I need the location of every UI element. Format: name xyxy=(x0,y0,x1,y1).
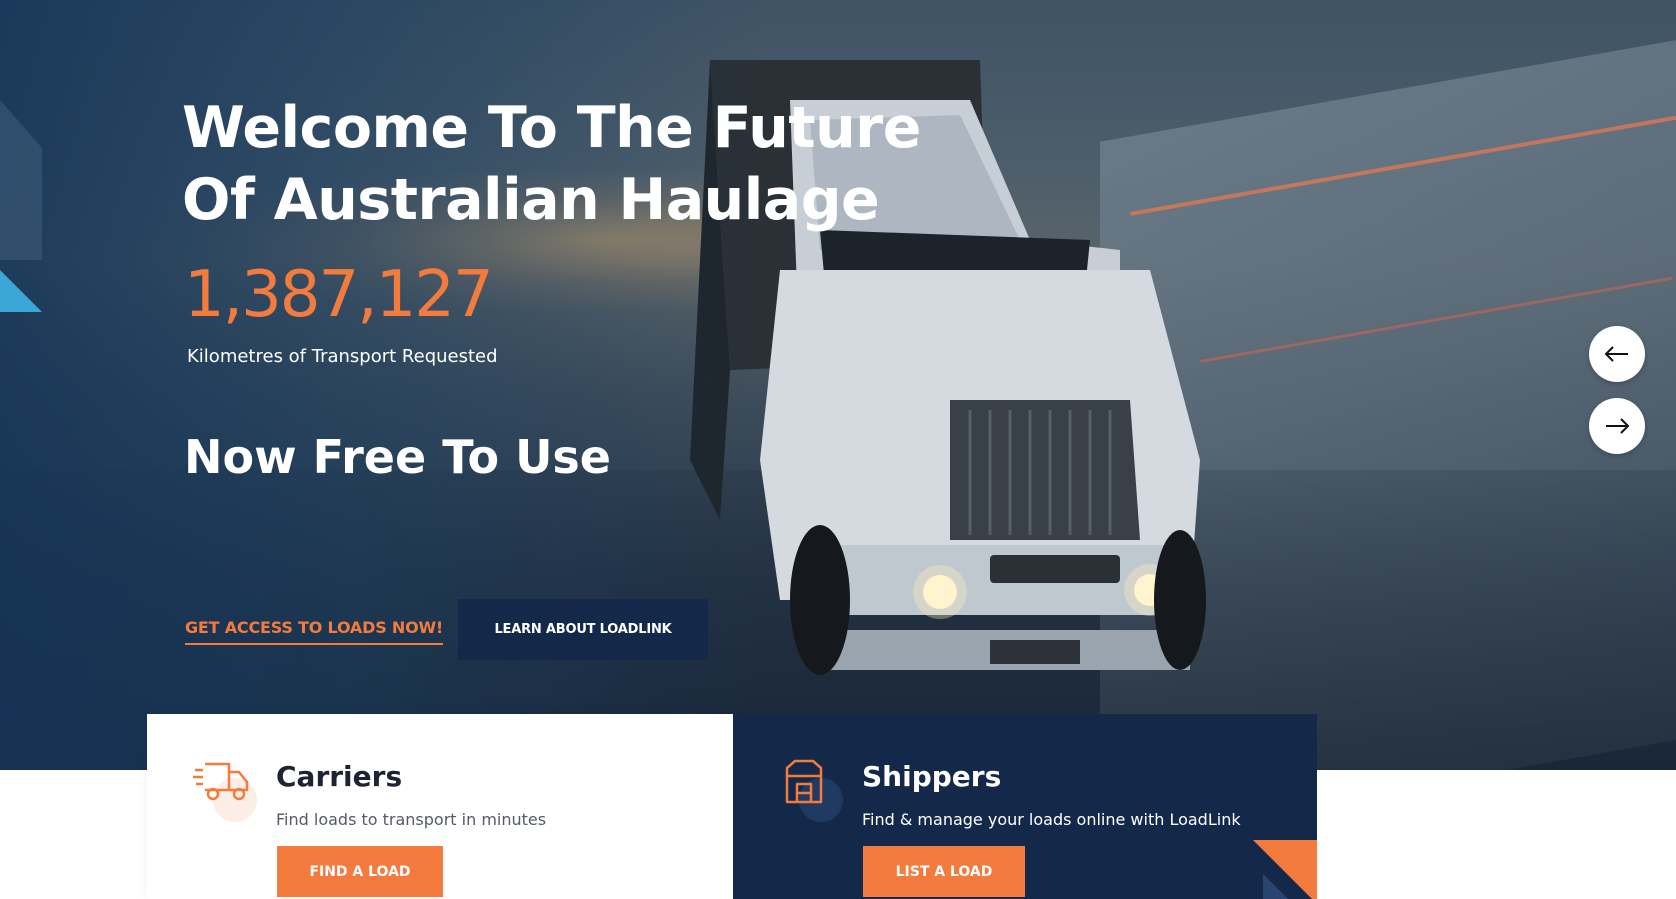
shippers-card: Shippers Find & manage your loads online… xyxy=(733,714,1317,899)
hero-title-line2: Of Australian Haulage xyxy=(182,167,880,233)
arrow-right-icon xyxy=(1606,418,1630,434)
slider-next-button[interactable] xyxy=(1589,398,1645,454)
learn-about-button[interactable]: LEARN ABOUT LOADLINK xyxy=(458,599,708,660)
carriers-icon-wrap xyxy=(193,758,257,822)
decorative-corner xyxy=(1253,840,1317,899)
shippers-title: Shippers xyxy=(862,760,1002,793)
slider-prev-button[interactable] xyxy=(1589,326,1645,382)
delivery-truck-icon xyxy=(193,762,249,801)
hero-title-line1: Welcome To The Future xyxy=(182,95,921,161)
km-counter: 1,387,127 xyxy=(184,258,494,332)
carriers-description: Find loads to transport in minutes xyxy=(276,810,547,829)
get-access-link[interactable]: GET ACCESS TO LOADS NOW! xyxy=(185,618,443,645)
hero-title: Welcome To The Future Of Australian Haul… xyxy=(182,92,942,236)
hero-banner: Welcome To The Future Of Australian Haul… xyxy=(0,0,1676,770)
km-counter-label: Kilometres of Transport Requested xyxy=(187,346,498,367)
carriers-title: Carriers xyxy=(276,760,403,793)
list-load-button[interactable]: LIST A LOAD xyxy=(863,846,1025,897)
free-to-use-heading: Now Free To Use xyxy=(184,430,612,484)
arrow-left-icon xyxy=(1604,346,1628,362)
carriers-card: Carriers Find loads to transport in minu… xyxy=(147,714,733,899)
find-load-button[interactable]: FIND A LOAD xyxy=(277,846,443,897)
package-box-icon xyxy=(785,759,823,804)
shippers-description: Find & manage your loads online with Loa… xyxy=(862,810,1241,829)
shippers-icon-wrap xyxy=(779,758,843,822)
